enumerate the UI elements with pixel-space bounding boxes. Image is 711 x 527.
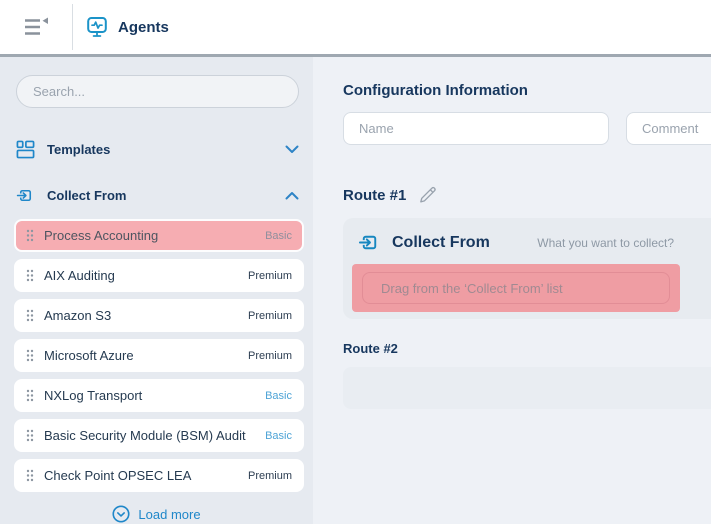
collect-from-title: Collect From bbox=[392, 234, 490, 252]
item-label: Microsoft Azure bbox=[44, 348, 134, 363]
templates-icon bbox=[16, 140, 35, 159]
route1-header: Route #1 bbox=[343, 185, 711, 205]
item-badge: Basic bbox=[265, 230, 292, 242]
collapse-menu-icon bbox=[23, 16, 49, 38]
drag-handle-icon bbox=[26, 389, 34, 402]
item-badge: Basic bbox=[265, 390, 292, 402]
drag-handle-icon bbox=[26, 269, 34, 282]
collect-from-card: Collect From What you want to collect? D… bbox=[343, 218, 711, 319]
drag-handle-icon bbox=[26, 229, 34, 242]
sidebar-section-collect-from[interactable]: Collect From bbox=[16, 180, 299, 210]
collect-from-item-list: Process Accounting Basic AIX Auditing Pr… bbox=[14, 219, 304, 492]
load-more-label: Load more bbox=[138, 507, 200, 522]
chevron-down-icon bbox=[285, 145, 299, 154]
route2-title: Route #2 bbox=[343, 341, 711, 356]
item-label: AIX Auditing bbox=[44, 268, 115, 283]
drag-handle-icon bbox=[26, 349, 34, 362]
collect-from-icon bbox=[16, 186, 35, 205]
list-item[interactable]: NXLog Transport Basic bbox=[14, 379, 304, 412]
collect-from-hint: What you want to collect? bbox=[537, 236, 674, 250]
page-title: Agents bbox=[118, 19, 169, 36]
sidebar: Templates Collect From bbox=[0, 57, 313, 524]
list-item[interactable]: Check Point OPSEC LEA Premium bbox=[14, 459, 304, 492]
agents-icon bbox=[85, 15, 109, 39]
name-input[interactable] bbox=[343, 112, 609, 145]
main-panel: Configuration Information Route #1 bbox=[313, 57, 711, 524]
item-badge: Basic bbox=[265, 430, 292, 442]
sidebar-section-templates[interactable]: Templates bbox=[16, 134, 299, 164]
item-label: Amazon S3 bbox=[44, 308, 111, 323]
config-title: Configuration Information bbox=[343, 82, 711, 99]
collect-from-icon bbox=[358, 231, 381, 254]
item-badge: Premium bbox=[248, 470, 292, 482]
list-item[interactable]: Amazon S3 Premium bbox=[14, 299, 304, 332]
item-badge: Premium bbox=[248, 270, 292, 282]
agents-brand: Agents bbox=[73, 15, 169, 39]
sidebar-section-label: Templates bbox=[47, 142, 110, 157]
item-label: Check Point OPSEC LEA bbox=[44, 468, 191, 483]
drop-zone-hint: Drag from the ‘Collect From’ list bbox=[362, 272, 670, 304]
comment-input[interactable] bbox=[626, 112, 711, 145]
pencil-icon bbox=[418, 185, 438, 205]
collect-from-card-header: Collect From What you want to collect? bbox=[352, 231, 674, 254]
topbar: Agents bbox=[0, 0, 711, 57]
drag-handle-icon bbox=[26, 429, 34, 442]
list-item[interactable]: Process Accounting Basic bbox=[14, 219, 304, 252]
item-label: Basic Security Module (BSM) Audit bbox=[44, 428, 246, 443]
item-label: NXLog Transport bbox=[44, 388, 142, 403]
config-inputs-row bbox=[343, 112, 711, 145]
sidebar-section-label: Collect From bbox=[47, 188, 126, 203]
item-label: Process Accounting bbox=[44, 228, 158, 243]
drag-handle-icon bbox=[26, 469, 34, 482]
search-input[interactable] bbox=[16, 75, 299, 108]
list-item[interactable]: Microsoft Azure Premium bbox=[14, 339, 304, 372]
list-item[interactable]: AIX Auditing Premium bbox=[14, 259, 304, 292]
edit-route-button[interactable] bbox=[418, 185, 438, 205]
list-item[interactable]: Basic Security Module (BSM) Audit Basic bbox=[14, 419, 304, 452]
circle-chevron-down-icon bbox=[112, 505, 130, 523]
collapse-menu-button[interactable] bbox=[0, 0, 72, 54]
collect-from-drop-zone[interactable]: Drag from the ‘Collect From’ list bbox=[352, 264, 680, 312]
drag-handle-icon bbox=[26, 309, 34, 322]
load-more-button[interactable]: Load more bbox=[112, 505, 200, 523]
chevron-up-icon bbox=[285, 191, 299, 200]
item-badge: Premium bbox=[248, 310, 292, 322]
route1-title: Route #1 bbox=[343, 187, 406, 204]
route2-card bbox=[343, 367, 711, 409]
item-badge: Premium bbox=[248, 350, 292, 362]
